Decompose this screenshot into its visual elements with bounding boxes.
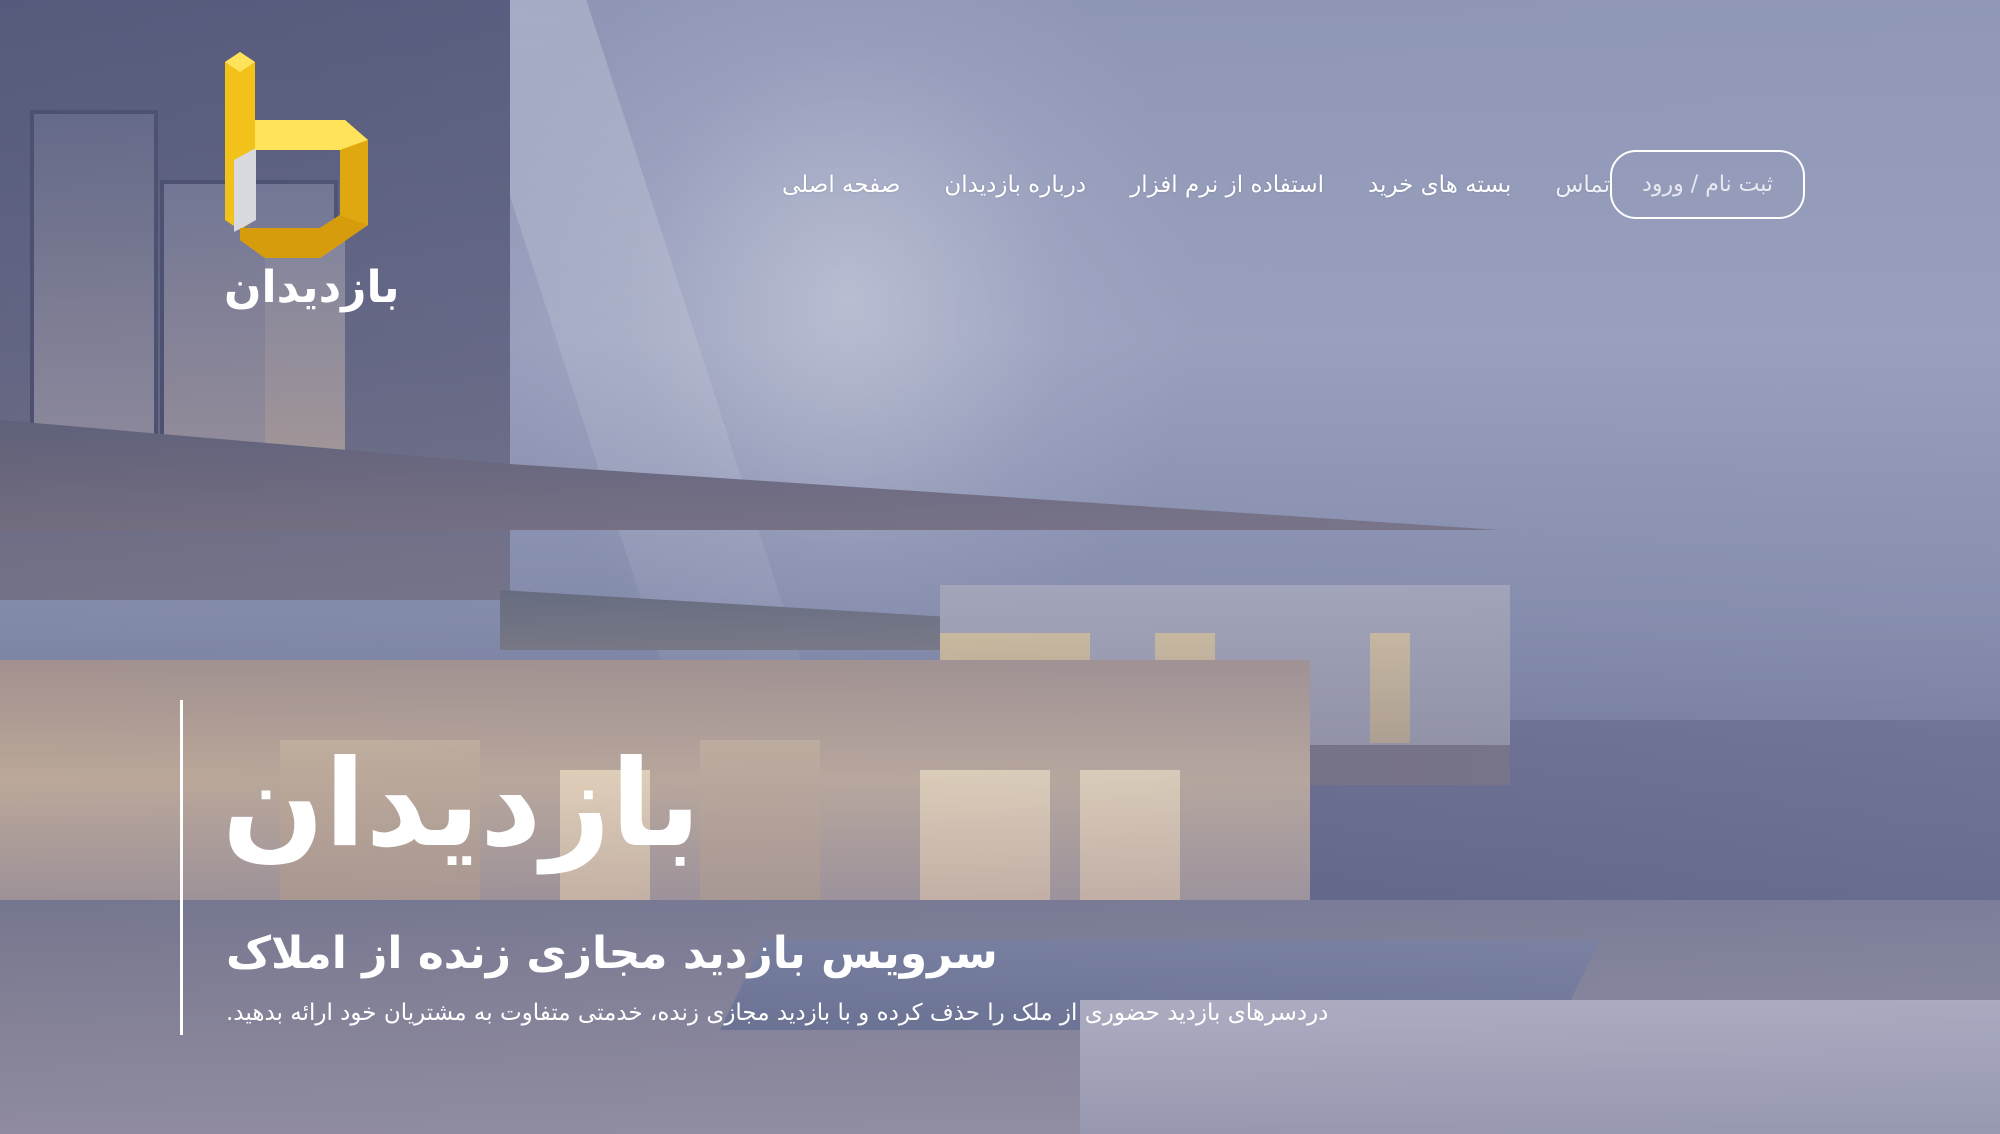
nav-item-home[interactable]: صفحه اصلی <box>782 172 900 198</box>
hero-divider <box>180 700 183 1035</box>
logo-text: بازدیدان <box>224 262 400 313</box>
nav-item-app-usage[interactable]: استفاده از نرم افزار <box>1130 172 1324 198</box>
nav-item-contact[interactable]: تماس <box>1555 172 1610 198</box>
logo-icon <box>225 52 368 258</box>
hero-section: بازدیدان صفحه اصلی درباره بازدیدان استفا… <box>0 0 2000 1134</box>
login-register-button[interactable]: ثبت نام / ورود <box>1610 150 1805 219</box>
nav-item-packages[interactable]: بسته های خرید <box>1368 172 1511 198</box>
nav-item-about[interactable]: درباره بازدیدان <box>944 172 1086 198</box>
hero-description: دردسرهای بازدید حضوری از ملک را حذف کرده… <box>226 1000 1329 1026</box>
hero-title: بازدیدان <box>222 735 701 874</box>
main-nav: صفحه اصلی درباره بازدیدان استفاده از نرم… <box>738 150 1805 219</box>
hero-subtitle: سرویس بازدید مجازی زنده از املاک <box>226 928 998 979</box>
